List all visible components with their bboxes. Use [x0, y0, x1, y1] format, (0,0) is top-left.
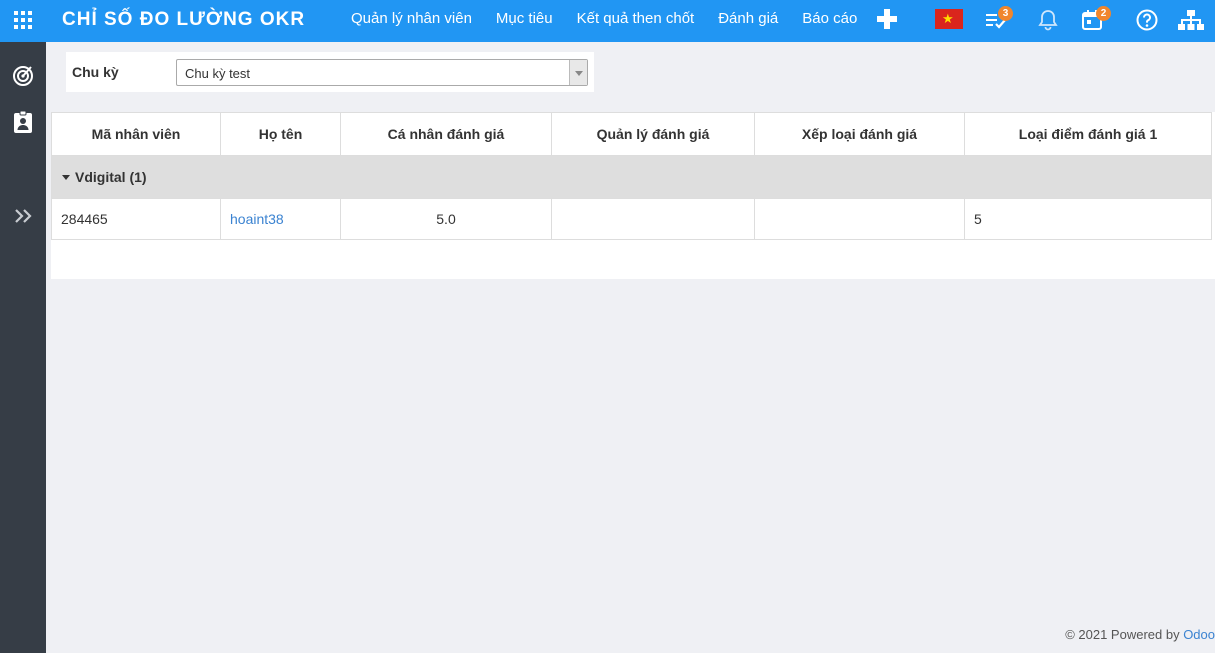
main-menu: Quản lý nhân viên Mục tiêu Kết quả then … [351, 10, 881, 27]
vietnam-flag-icon[interactable]: ★ [935, 9, 963, 29]
menu-objectives[interactable]: Mục tiêu [496, 10, 553, 27]
activity-count-badge: 3 [998, 6, 1013, 21]
calendar-count-badge: 2 [1096, 6, 1111, 21]
cell-full-name: hoaint38 [220, 198, 341, 240]
period-filter: Chu kỳ Chu kỳ test [66, 52, 594, 92]
menu-key-results[interactable]: Kết quả then chốt [577, 10, 695, 27]
column-header-full-name[interactable]: Họ tên [220, 112, 341, 156]
evaluation-table-container: Mã nhân viên Họ tên Cá nhân đánh giá Quả… [51, 112, 1215, 279]
period-select[interactable]: Chu kỳ test [176, 59, 588, 86]
sidebar [0, 42, 46, 653]
footer-text: © 2021 Powered by [1065, 627, 1184, 642]
bell-icon[interactable] [1037, 8, 1063, 32]
expand-chevrons-icon[interactable] [11, 204, 35, 228]
checklist-icon[interactable]: 3 [983, 6, 1013, 32]
table-row[interactable]: 284465 hoaint38 5.0 5 [51, 198, 1212, 240]
plus-icon[interactable] [877, 9, 897, 29]
group-label: Vdigital (1) [75, 169, 147, 185]
column-header-rating[interactable]: Xếp loại đánh giá [754, 112, 965, 156]
main-content: Chu kỳ Chu kỳ test Mã nhân viên Họ tên C… [46, 42, 1215, 653]
cell-score-type-1: 5 [964, 198, 1212, 240]
calendar-icon[interactable]: 2 [1081, 6, 1111, 32]
chevron-down-icon[interactable] [569, 60, 587, 85]
evaluation-table: Mã nhân viên Họ tên Cá nhân đánh giá Quả… [51, 112, 1212, 240]
column-header-self-evaluation[interactable]: Cá nhân đánh giá [340, 112, 552, 156]
org-chart-icon[interactable] [1178, 8, 1204, 32]
cell-rating [754, 198, 965, 240]
clipboard-user-icon[interactable] [11, 110, 35, 134]
group-row[interactable]: Vdigital (1) [51, 155, 1212, 199]
apps-icon[interactable] [14, 11, 32, 29]
column-header-employee-id[interactable]: Mã nhân viên [51, 112, 221, 156]
employee-link[interactable]: hoaint38 [230, 211, 284, 227]
column-header-score-type-1[interactable]: Loại điểm đánh giá 1 [964, 112, 1212, 156]
period-select-value: Chu kỳ test [185, 66, 251, 81]
group-cell[interactable]: Vdigital (1) [51, 155, 1212, 199]
target-icon[interactable] [11, 64, 35, 88]
period-label: Chu kỳ [72, 64, 119, 80]
cell-employee-id: 284465 [51, 198, 221, 240]
help-icon[interactable] [1135, 8, 1161, 32]
table-header-row: Mã nhân viên Họ tên Cá nhân đánh giá Quả… [51, 112, 1212, 156]
cell-self-evaluation: 5.0 [340, 198, 552, 240]
menu-reports[interactable]: Báo cáo [802, 10, 857, 27]
menu-evaluation[interactable]: Đánh giá [718, 10, 778, 27]
column-header-manager-evaluation[interactable]: Quản lý đánh giá [551, 112, 755, 156]
odoo-link[interactable]: Odoo [1183, 627, 1215, 642]
cell-manager-evaluation [551, 198, 755, 240]
footer: © 2021 Powered by Odoo [1065, 627, 1215, 642]
caret-down-icon [62, 175, 70, 180]
menu-employee-management[interactable]: Quản lý nhân viên [351, 10, 472, 27]
top-navbar: CHỈ SỐ ĐO LƯỜNG OKR Quản lý nhân viên Mụ… [0, 0, 1215, 42]
app-brand-title[interactable]: CHỈ SỐ ĐO LƯỜNG OKR [62, 9, 305, 31]
